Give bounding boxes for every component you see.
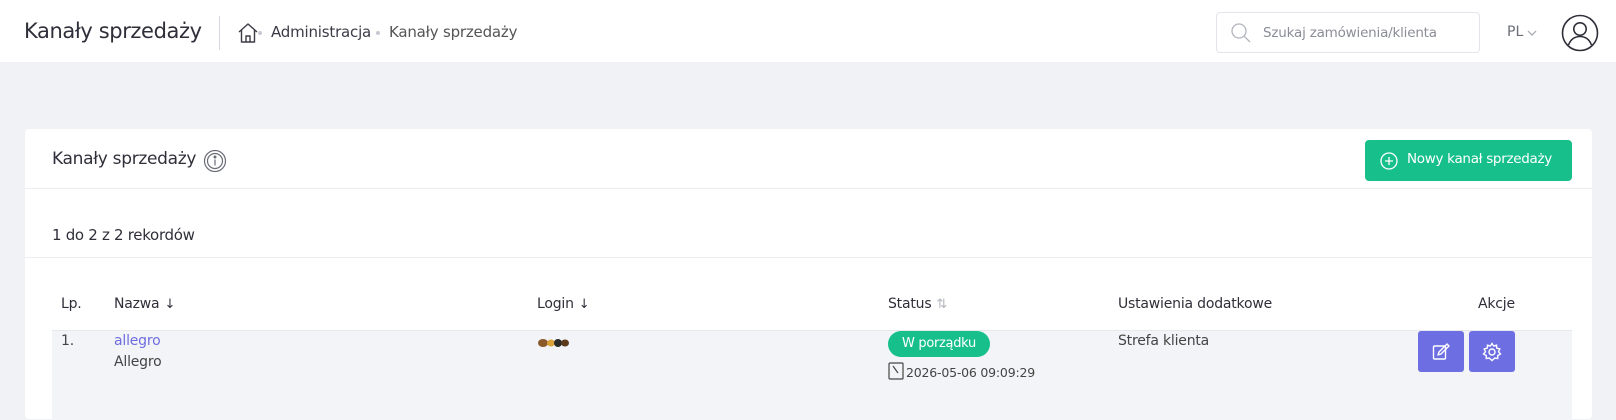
column-header-nazwa-label: Nazwa (114, 296, 160, 312)
breadcrumb-separator (258, 31, 262, 35)
search-box (1216, 12, 1480, 53)
search-icon[interactable] (1229, 21, 1253, 45)
column-header-nazwa[interactable]: Nazwa ↓ (114, 296, 175, 312)
status-timestamp: 2026-05-06 09:09:29 (906, 365, 1035, 380)
language-selector[interactable]: PL (1507, 24, 1523, 40)
home-icon[interactable] (236, 21, 260, 45)
breadcrumb-administracja[interactable]: Administracja (271, 23, 371, 41)
edit-button[interactable] (1418, 331, 1464, 372)
info-icon[interactable] (203, 149, 227, 173)
breadcrumb-current: Kanały sprzedaży (389, 23, 518, 41)
page-title: Kanały sprzedaży (24, 19, 202, 43)
column-header-akcje: Akcje (1478, 296, 1515, 312)
sales-channels-card: Kanały sprzedaży Nowy kanał sprzedaży 1 … (25, 129, 1592, 420)
column-header-login-label: Login (537, 296, 574, 312)
column-header-status[interactable]: Status ⇅ (888, 296, 947, 312)
sort-arrow-icon: ↓ (164, 297, 176, 312)
column-header-lp: Lp. (61, 296, 82, 312)
additional-settings: Strefa klienta (1118, 333, 1210, 349)
column-header-status-label: Status (888, 296, 932, 312)
column-header-login[interactable]: Login ↓ (537, 296, 590, 312)
gear-icon (1482, 342, 1502, 362)
channel-name-link[interactable]: allegro (114, 333, 161, 349)
chevron-down-icon[interactable] (1526, 28, 1538, 38)
row-lp: 1. (61, 333, 74, 349)
breadcrumb-separator (376, 31, 380, 35)
new-sales-channel-button[interactable]: Nowy kanał sprzedaży (1365, 140, 1572, 181)
sort-arrow-icon: ⇅ (936, 297, 948, 312)
new-button-label: Nowy kanał sprzedaży (1407, 151, 1552, 167)
table-row (52, 330, 1572, 420)
divider (25, 257, 1592, 258)
column-header-ustawienia: Ustawienia dodatkowe (1118, 296, 1272, 312)
divider (25, 188, 1592, 189)
settings-button[interactable] (1469, 331, 1515, 372)
records-count: 1 do 2 z 2 rekordów (52, 226, 195, 244)
channel-type: Allegro (114, 354, 162, 370)
clock-icon (888, 362, 904, 380)
login-obscured-icon (538, 339, 569, 347)
sort-arrow-icon: ↓ (578, 297, 590, 312)
edit-icon (1432, 343, 1450, 360)
search-input[interactable] (1263, 22, 1468, 44)
user-avatar-icon[interactable] (1561, 14, 1599, 52)
top-bar: Kanały sprzedaży Administracja Kanały sp… (0, 0, 1616, 62)
card-title: Kanały sprzedaży (52, 149, 197, 169)
status-badge: W porządku (888, 331, 990, 357)
title-divider (219, 16, 220, 50)
plus-circle-icon (1380, 152, 1398, 170)
